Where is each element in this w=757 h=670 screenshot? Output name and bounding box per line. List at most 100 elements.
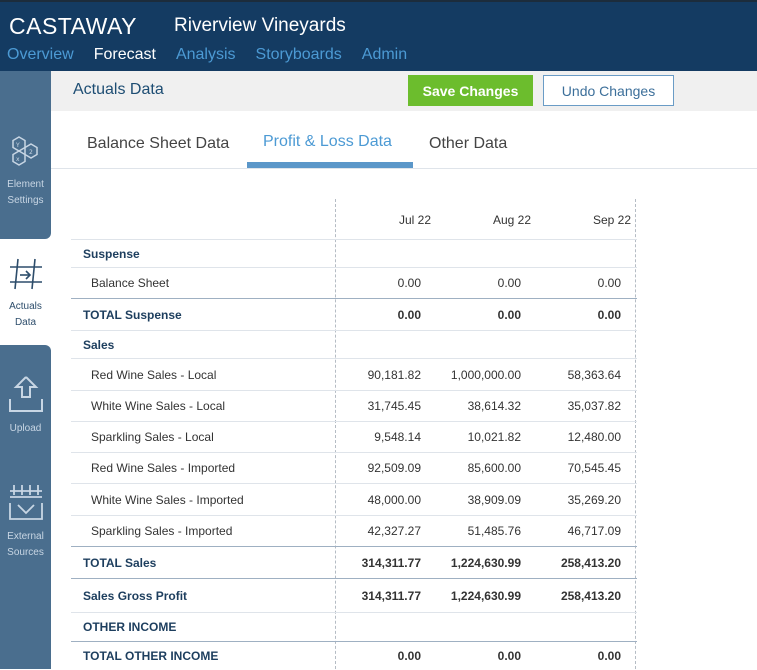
row-value[interactable]: 46,717.09 <box>531 524 621 538</box>
table-row: Red Wine Sales - Imported 92,509.09 85,600… <box>71 452 637 483</box>
upload-icon <box>8 376 43 412</box>
row-value[interactable]: 70,545.45 <box>531 461 621 475</box>
tab-other-data[interactable]: Other Data <box>429 135 507 153</box>
column-header-aug-22: Aug 22 <box>492 213 531 227</box>
row-label: White Wine Sales - Imported <box>91 492 244 507</box>
row-value[interactable]: 31,745.45 <box>331 399 421 413</box>
row-label: OTHER INCOME <box>83 620 177 634</box>
row-value[interactable]: 38,909.09 <box>431 493 521 507</box>
row-label: Sales Gross Profit <box>83 588 188 603</box>
sidebar-label-sources: Sources <box>7 547 44 558</box>
column-header-sep-22: Sep 22 <box>592 213 631 227</box>
row-value[interactable]: 1,000,000.00 <box>431 368 521 382</box>
row-value[interactable]: 42,327.27 <box>331 524 421 538</box>
row-value: 314,311.77 <box>361 588 421 603</box>
row-value[interactable]: 38,614.32 <box>431 399 521 413</box>
app-header: CASTAWAY Riverview Vineyards Overview Fo… <box>0 0 757 71</box>
row-value[interactable]: 9,548.14 <box>331 430 421 444</box>
row-label: Suspense <box>83 246 140 261</box>
row-value[interactable]: 35,269.20 <box>531 493 621 507</box>
row-value[interactable]: 0.00 <box>431 276 521 290</box>
table-row: TOTAL Sales 314,311.77 1,224,630.99 258,413… <box>71 546 637 578</box>
row-value: 258,413.20 <box>560 588 621 603</box>
row-value: 1,224,630.99 <box>450 555 521 570</box>
sidebar-label-actuals: Actuals <box>9 301 42 312</box>
row-label: Red Wine Sales - Imported <box>91 461 236 475</box>
sidebar-label-element: Element <box>7 179 44 190</box>
row-value: 0.00 <box>397 307 421 322</box>
table-row: Sales Gross Profit 314,311.77 1,224,630.99… <box>71 578 637 612</box>
grid-arrow-icon <box>9 258 42 290</box>
sidebar-label-external: External <box>7 531 44 542</box>
table-row: Suspense <box>71 239 637 267</box>
nav-admin[interactable]: Admin <box>362 46 407 64</box>
row-value: 0.00 <box>497 649 521 663</box>
table-row: Red Wine Sales - Local 90,181.82 1,000,000… <box>71 358 637 390</box>
column-header-jul-22: Jul 22 <box>398 213 431 227</box>
tab-profit-loss-data[interactable]: Profit & Loss Data <box>263 133 392 151</box>
row-value: 258,413.20 <box>560 555 621 570</box>
sidebar-item-actuals-data[interactable]: Actuals Data <box>0 255 51 331</box>
row-value[interactable]: 12,480.00 <box>531 430 621 444</box>
table-row: Sparkling Sales - Local 9,548.14 10,021.82… <box>71 421 637 452</box>
row-label: TOTAL Sales <box>83 555 157 570</box>
table-row: Sparkling Sales - Imported 42,327.27 51,48… <box>71 515 637 546</box>
row-value: 0.00 <box>397 649 421 663</box>
table-row: White Wine Sales - Local 31,745.45 38,614.… <box>71 390 637 421</box>
row-label: Red Wine Sales - Local <box>91 367 217 382</box>
active-tab-indicator <box>247 162 413 168</box>
hexagon-icon: Y 2 x <box>11 136 38 166</box>
castaway-logo[interactable]: CASTAWAY <box>9 13 137 40</box>
svg-text:x: x <box>16 156 20 163</box>
table-row: Balance Sheet 0.00 0.00 0.00 <box>71 267 637 298</box>
row-value[interactable]: 48,000.00 <box>331 493 421 507</box>
nav-forecast[interactable]: Forecast <box>94 46 156 64</box>
save-changes-button[interactable]: Save Changes <box>408 75 533 106</box>
sidebar-item-element-settings[interactable]: Y 2 x Element Settings <box>0 133 51 209</box>
table-row: TOTAL OTHER INCOME 0.00 0.00 0.00 <box>71 641 637 670</box>
table-row: TOTAL Suspense 0.00 0.00 0.00 <box>71 298 637 330</box>
row-value: 1,224,630.99 <box>450 588 521 603</box>
title-bar: Actuals Data Save Changes Undo Changes <box>51 71 757 111</box>
main-content: Actuals Data Save Changes Undo Changes B… <box>51 71 757 669</box>
row-label: TOTAL OTHER INCOME <box>83 649 219 663</box>
main-nav: Overview Forecast Analysis Storyboards A… <box>7 46 407 64</box>
row-label: TOTAL Suspense <box>83 307 182 322</box>
sidebar-item-external-sources[interactable]: External Sources <box>0 481 51 561</box>
database-download-icon <box>8 485 43 520</box>
tab-balance-sheet-data[interactable]: Balance Sheet Data <box>87 135 229 153</box>
nav-overview[interactable]: Overview <box>7 46 74 64</box>
table-row: White Wine Sales - Imported 48,000.00 38,9… <box>71 483 637 515</box>
company-name: Riverview Vineyards <box>174 15 346 36</box>
sidebar-label-data: Data <box>14 317 37 328</box>
row-value[interactable]: 0.00 <box>331 276 421 290</box>
row-value[interactable]: 58,363.64 <box>531 368 621 382</box>
row-label: Sparkling Sales - Imported <box>91 524 233 538</box>
row-value[interactable]: 51,485.76 <box>431 524 521 538</box>
undo-changes-button[interactable]: Undo Changes <box>543 75 674 106</box>
nav-analysis[interactable]: Analysis <box>176 46 236 64</box>
row-label: Balance Sheet <box>91 276 170 290</box>
row-label: Sales <box>83 337 115 352</box>
table-row: Sales <box>71 330 637 358</box>
sidebar-label-settings: Settings <box>7 195 44 206</box>
row-value[interactable]: 35,037.82 <box>531 399 621 413</box>
row-value: 0.00 <box>597 307 621 322</box>
row-value[interactable]: 0.00 <box>531 276 621 290</box>
page-title: Actuals Data <box>73 81 164 98</box>
row-value[interactable]: 10,021.82 <box>431 430 521 444</box>
sidebar-label-upload: Upload <box>9 423 42 434</box>
svg-text:2: 2 <box>29 149 33 156</box>
row-value[interactable]: 92,509.09 <box>331 461 421 475</box>
row-value[interactable]: 85,600.00 <box>431 461 521 475</box>
row-value: 0.00 <box>597 649 621 663</box>
data-tabs: Balance Sheet Data Profit & Loss Data Ot… <box>51 111 757 169</box>
row-value[interactable]: 90,181.82 <box>331 368 421 382</box>
nav-storyboards[interactable]: Storyboards <box>256 46 342 64</box>
row-value: 314,311.77 <box>361 555 421 570</box>
sidebar-item-upload[interactable]: Upload <box>0 373 51 437</box>
actuals-table: Jul 22 Aug 22 Sep 22 Suspense Balance She… <box>71 199 637 669</box>
svg-text:Y: Y <box>15 142 20 149</box>
row-value: 0.00 <box>497 307 521 322</box>
row-label: White Wine Sales - Local <box>91 399 226 413</box>
